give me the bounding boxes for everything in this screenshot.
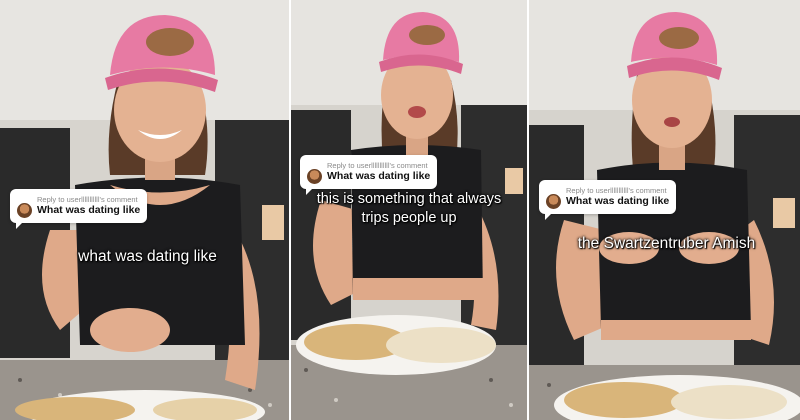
reply-bubble: Reply to userlllllllllll's comment What … [10, 189, 148, 229]
reply-label: Reply to userlllllllllll's comment [566, 185, 667, 195]
comment-question: What was dating like [566, 194, 670, 207]
video-caption: this is something that always trips peop… [291, 190, 527, 228]
video-frame-1: Reply to userlllllllllll's comment What … [0, 0, 289, 420]
video-caption: what was dating like [78, 248, 217, 265]
reply-bubble: Reply to userlllllllllll's comment What … [539, 180, 677, 220]
commenter-avatar [17, 203, 32, 218]
video-caption: the Swartzentruber Amish [577, 235, 756, 252]
reply-label: Reply to userlllllllllll's comment [37, 194, 138, 204]
caption-line-2: trips people up [361, 210, 457, 226]
reply-label: Reply to userlllllllllll's comment [327, 160, 428, 170]
commenter-avatar [546, 194, 561, 209]
video-frame-2: Reply to userlllllllllll's comment What … [291, 0, 527, 420]
comment-question: What was dating like [327, 169, 431, 182]
comment-question: What was dating like [37, 203, 141, 216]
reply-bubble: Reply to userlllllllllll's comment What … [300, 155, 438, 195]
commenter-avatar [307, 169, 322, 184]
caption-line-1: this is something that always [316, 191, 502, 207]
video-frame-3: Reply to userlllllllllll's comment What … [529, 0, 800, 420]
